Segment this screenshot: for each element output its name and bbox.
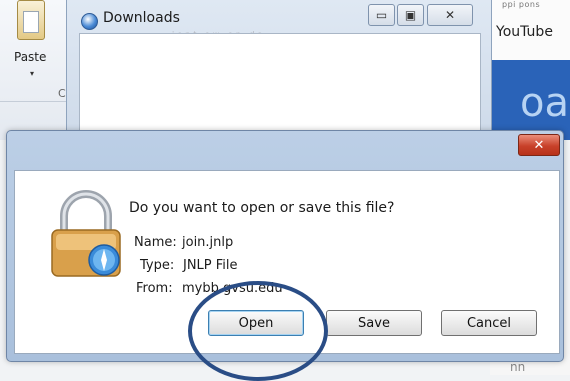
file-type-value: JNLP File (183, 258, 238, 273)
paste-dropdown-arrow-icon[interactable]: ▾ (30, 69, 34, 78)
dialog-close-button[interactable]: ✕ (518, 134, 560, 156)
dialog-question: Do you want to open or save this file? (129, 200, 395, 216)
browser-banner-text: oa (520, 80, 569, 126)
paste-button-label[interactable]: Paste (14, 50, 46, 64)
globe-icon (81, 13, 98, 30)
browser-bottom-text: nn (510, 360, 526, 374)
highlight-circle-annotation (188, 281, 328, 381)
minimize-button[interactable]: ▭ (368, 4, 395, 26)
browser-top-text: ppi pons (502, 0, 541, 9)
downloads-window: Downloads ient ow on ds ▭ ▣ ✕ (66, 0, 492, 132)
padlock-icon (51, 190, 121, 277)
maximize-button[interactable]: ▣ (397, 4, 424, 26)
ribbon-divider (0, 101, 70, 102)
downloads-window-title: Downloads (103, 10, 180, 26)
downloads-list-area (79, 33, 481, 132)
youtube-bookmark-link[interactable]: YouTube (496, 24, 553, 40)
name-label: Name: (134, 235, 177, 250)
save-button[interactable]: Save (326, 310, 422, 336)
cancel-button[interactable]: Cancel (441, 310, 537, 336)
type-label: Type: (140, 258, 175, 273)
close-window-button[interactable]: ✕ (427, 4, 473, 26)
from-label: From: (136, 281, 173, 296)
paste-icon[interactable] (17, 0, 45, 40)
file-name-value: join.jnlp (182, 235, 234, 250)
